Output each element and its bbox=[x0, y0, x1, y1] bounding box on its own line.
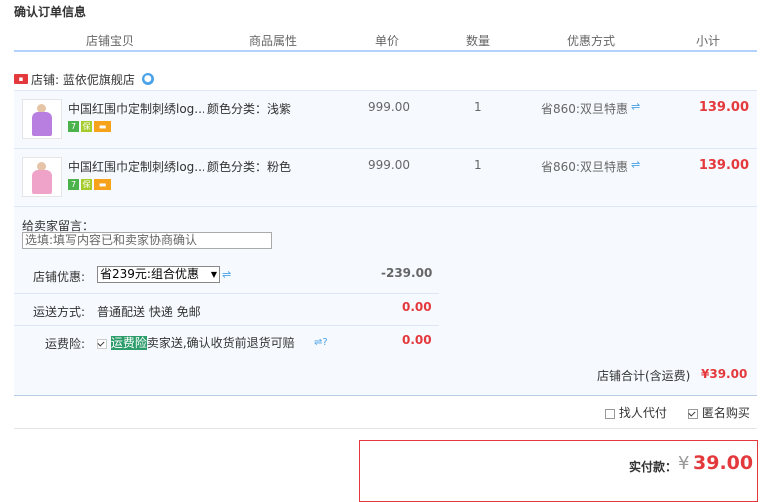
proxy-pay-option[interactable]: 找人代付 bbox=[605, 404, 667, 421]
col-store-item: 店铺宝贝 bbox=[86, 34, 135, 48]
quantity: 1 bbox=[474, 158, 482, 172]
page-title: 确认订单信息 bbox=[14, 5, 87, 19]
product-name-link[interactable]: 中国红围巾定制刺绣log... bbox=[68, 100, 204, 117]
guarantee-icon[interactable]: 保 bbox=[81, 121, 92, 132]
payment-summary: 实付款： ¥ 39.00 bbox=[359, 440, 758, 502]
store-header: ▪ 店铺: 蓝依伲旗舰店 ● bbox=[14, 70, 154, 88]
col-attributes: 商品属性 bbox=[249, 34, 298, 48]
insurance-tag: 运费险 bbox=[110, 336, 147, 350]
anonymous-checkbox[interactable] bbox=[688, 408, 698, 419]
promotion-text: 省860:双旦特惠 bbox=[541, 160, 628, 174]
proxy-pay-checkbox[interactable] bbox=[605, 408, 615, 419]
product-thumbnail[interactable] bbox=[22, 157, 62, 197]
guarantee-icon[interactable]: 保 bbox=[81, 179, 92, 190]
store-discount-select[interactable]: 省239元:组合优惠 ▼ bbox=[97, 266, 220, 283]
insurance-amount: 0.00 bbox=[402, 333, 432, 347]
product-attribute: 颜色分类：粉色 bbox=[207, 160, 292, 174]
pay-amount: 39.00 bbox=[693, 452, 754, 474]
shipping-label: 运送方式: bbox=[33, 305, 86, 319]
quantity: 1 bbox=[474, 100, 482, 114]
seller-message-input[interactable]: 选填:填写内容已和卖家协商确认 bbox=[22, 232, 272, 249]
shipping-method: 普通配送 快递 免邮 bbox=[97, 305, 201, 319]
service-badges: 7 保 ▬ bbox=[68, 121, 111, 132]
product-thumbnail[interactable] bbox=[22, 99, 62, 139]
insurance-checkbox[interactable] bbox=[97, 338, 107, 349]
wangwang-chat-icon[interactable]: ● bbox=[141, 73, 154, 85]
order-item-row: 中国红围巾定制刺绣log... 7 保 ▬ 颜色分类：粉色 999.00 1 省… bbox=[14, 148, 757, 206]
product-attribute: 颜色分类：浅紫 bbox=[207, 102, 292, 116]
col-quantity: 数量 bbox=[466, 34, 491, 48]
item-subtotal: 139.00 bbox=[698, 158, 749, 173]
store-name[interactable]: 店铺: 蓝依伲旗舰店 bbox=[31, 71, 135, 88]
proxy-pay-label: 找人代付 bbox=[618, 406, 667, 420]
promo-detail-icon[interactable]: ⇌ bbox=[631, 158, 640, 171]
order-item-row: 中国红围巾定制刺绣log... 7 保 ▬ 颜色分类：浅紫 999.00 1 省… bbox=[14, 90, 757, 148]
table-header: 店铺宝贝 商品属性 单价 数量 优惠方式 小计 bbox=[14, 28, 757, 52]
shipping-amount: 0.00 bbox=[402, 300, 432, 314]
pay-currency: ¥ bbox=[678, 453, 690, 474]
anonymous-option[interactable]: 匿名购买 bbox=[688, 404, 750, 421]
product-name-link[interactable]: 中国红围巾定制刺绣log... bbox=[68, 158, 204, 175]
pay-label: 实付款： bbox=[629, 460, 678, 474]
insurance-label: 运费险: bbox=[45, 337, 86, 351]
service-badges: 7 保 ▬ bbox=[68, 179, 111, 190]
insurance-text: 卖家送,确认收货前退货可赔 bbox=[146, 336, 295, 350]
col-subtotal: 小计 bbox=[696, 34, 721, 48]
item-subtotal: 139.00 bbox=[698, 100, 749, 115]
insurance-help-icon[interactable]: ⇌? bbox=[314, 337, 328, 348]
seven-day-return-icon[interactable]: 7 bbox=[68, 179, 79, 190]
unit-price: 999.00 bbox=[368, 158, 410, 172]
credit-card-icon[interactable]: ▬ bbox=[94, 121, 111, 132]
discount-label: 店铺优惠: bbox=[33, 270, 86, 284]
insurance-row: 运费险卖家送,确认收货前退货可赔 bbox=[97, 334, 295, 351]
divider bbox=[14, 428, 757, 429]
order-options-panel: 给卖家留言： 选填:填写内容已和卖家协商确认 店铺优惠: 省239元:组合优惠 … bbox=[14, 206, 757, 396]
col-promotion: 优惠方式 bbox=[567, 34, 616, 48]
discount-info-icon[interactable]: ⇌ bbox=[222, 268, 231, 281]
chevron-down-icon: ▼ bbox=[210, 270, 217, 279]
discount-selected: 省239元:组合优惠 bbox=[100, 267, 199, 281]
unit-price: 999.00 bbox=[368, 100, 410, 114]
seven-day-return-icon[interactable]: 7 bbox=[68, 121, 79, 132]
discount-amount: -239.00 bbox=[381, 266, 433, 280]
store-icon: ▪ bbox=[14, 74, 28, 84]
promo-detail-icon[interactable]: ⇌ bbox=[631, 100, 640, 113]
anonymous-label: 匿名购买 bbox=[701, 406, 750, 420]
credit-card-icon[interactable]: ▬ bbox=[94, 179, 111, 190]
store-total-label: 店铺合计(含运费) bbox=[597, 369, 691, 383]
store-total-amount: ¥39.00 bbox=[701, 367, 748, 381]
col-unit-price: 单价 bbox=[375, 34, 400, 48]
promotion-text: 省860:双旦特惠 bbox=[541, 102, 628, 116]
